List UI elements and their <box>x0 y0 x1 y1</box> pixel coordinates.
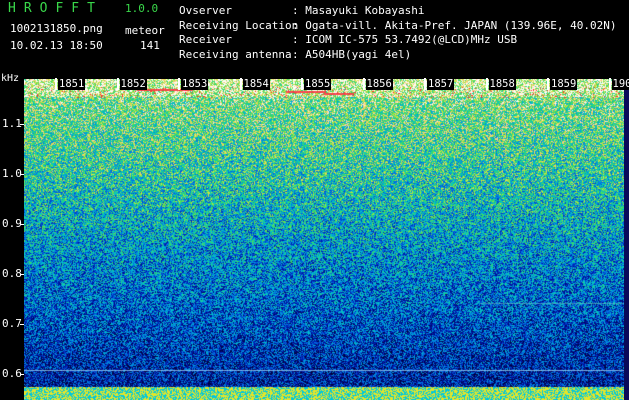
antenna-label: Receiving antenna <box>179 47 292 61</box>
receiver-value: : ICOM IC-575 53.7492(@LCD)MHz USB <box>292 33 518 47</box>
info-row-receiver: Receiver : ICOM IC-575 53.7492(@LCD)MHz U… <box>179 33 617 48</box>
time-tick <box>547 78 549 90</box>
y-label: 1.1 <box>2 117 22 130</box>
station-info: Ovserver : Masayuki Kobayashi Receiving L… <box>179 4 617 62</box>
observer-value: : Masayuki Kobayashi <box>292 4 425 17</box>
info-row-antenna: Receiving antenna: A504HB(yagi 4el) <box>179 48 617 63</box>
location-label: Receiving Location <box>179 18 299 32</box>
app-title: HROFFT <box>8 1 103 16</box>
time-label: 1859 <box>550 78 578 90</box>
time-label: 1853 <box>181 78 209 90</box>
location-value: : Ogata-vill. Akita-Pref. JAPAN (139.96E… <box>292 18 617 32</box>
observer-label: Ovserver <box>179 4 232 17</box>
antenna-value: : A504HB(yagi 4el) <box>292 47 412 61</box>
spectrogram-canvas[interactable] <box>24 79 624 400</box>
time-label: 1900 <box>611 79 629 90</box>
time-tick <box>608 78 611 90</box>
info-row-location: Receiving Location: Ogata-vill. Akita-Pr… <box>179 19 617 34</box>
time-tick <box>301 78 303 90</box>
time-label: 1851 <box>58 78 86 90</box>
receiver-label: Receiver <box>179 33 232 47</box>
y-axis-unit: kHz <box>1 73 20 84</box>
time-tick <box>116 78 119 90</box>
datetime: 10.02.13 18:50 <box>10 39 103 52</box>
meteor-label: meteor <box>125 24 165 37</box>
time-tick <box>55 78 57 90</box>
time-tick <box>485 78 488 90</box>
y-label: 0.9 <box>2 217 22 230</box>
y-label: 0.7 <box>2 317 22 330</box>
time-tick <box>239 78 242 90</box>
time-tick <box>362 78 365 90</box>
time-label: 1854 <box>242 78 270 90</box>
time-label: 1856 <box>365 78 393 90</box>
meteor-count: 141 <box>140 39 160 52</box>
time-label: 1855 <box>304 78 332 90</box>
time-tick <box>178 78 180 90</box>
y-label: 0.6 <box>2 367 22 380</box>
y-label: 1.0 <box>2 167 22 180</box>
time-tick <box>424 78 426 90</box>
app-version: 1.0.0 <box>125 2 159 15</box>
time-label: 1858 <box>488 78 516 90</box>
y-label: 0.8 <box>2 267 22 280</box>
time-label: 1857 <box>427 78 455 90</box>
filename: 1002131850.png <box>10 22 103 35</box>
info-row-observer: Ovserver : Masayuki Kobayashi <box>179 4 617 19</box>
time-label: 1852 <box>119 78 147 90</box>
spectrogram-border <box>624 79 629 400</box>
